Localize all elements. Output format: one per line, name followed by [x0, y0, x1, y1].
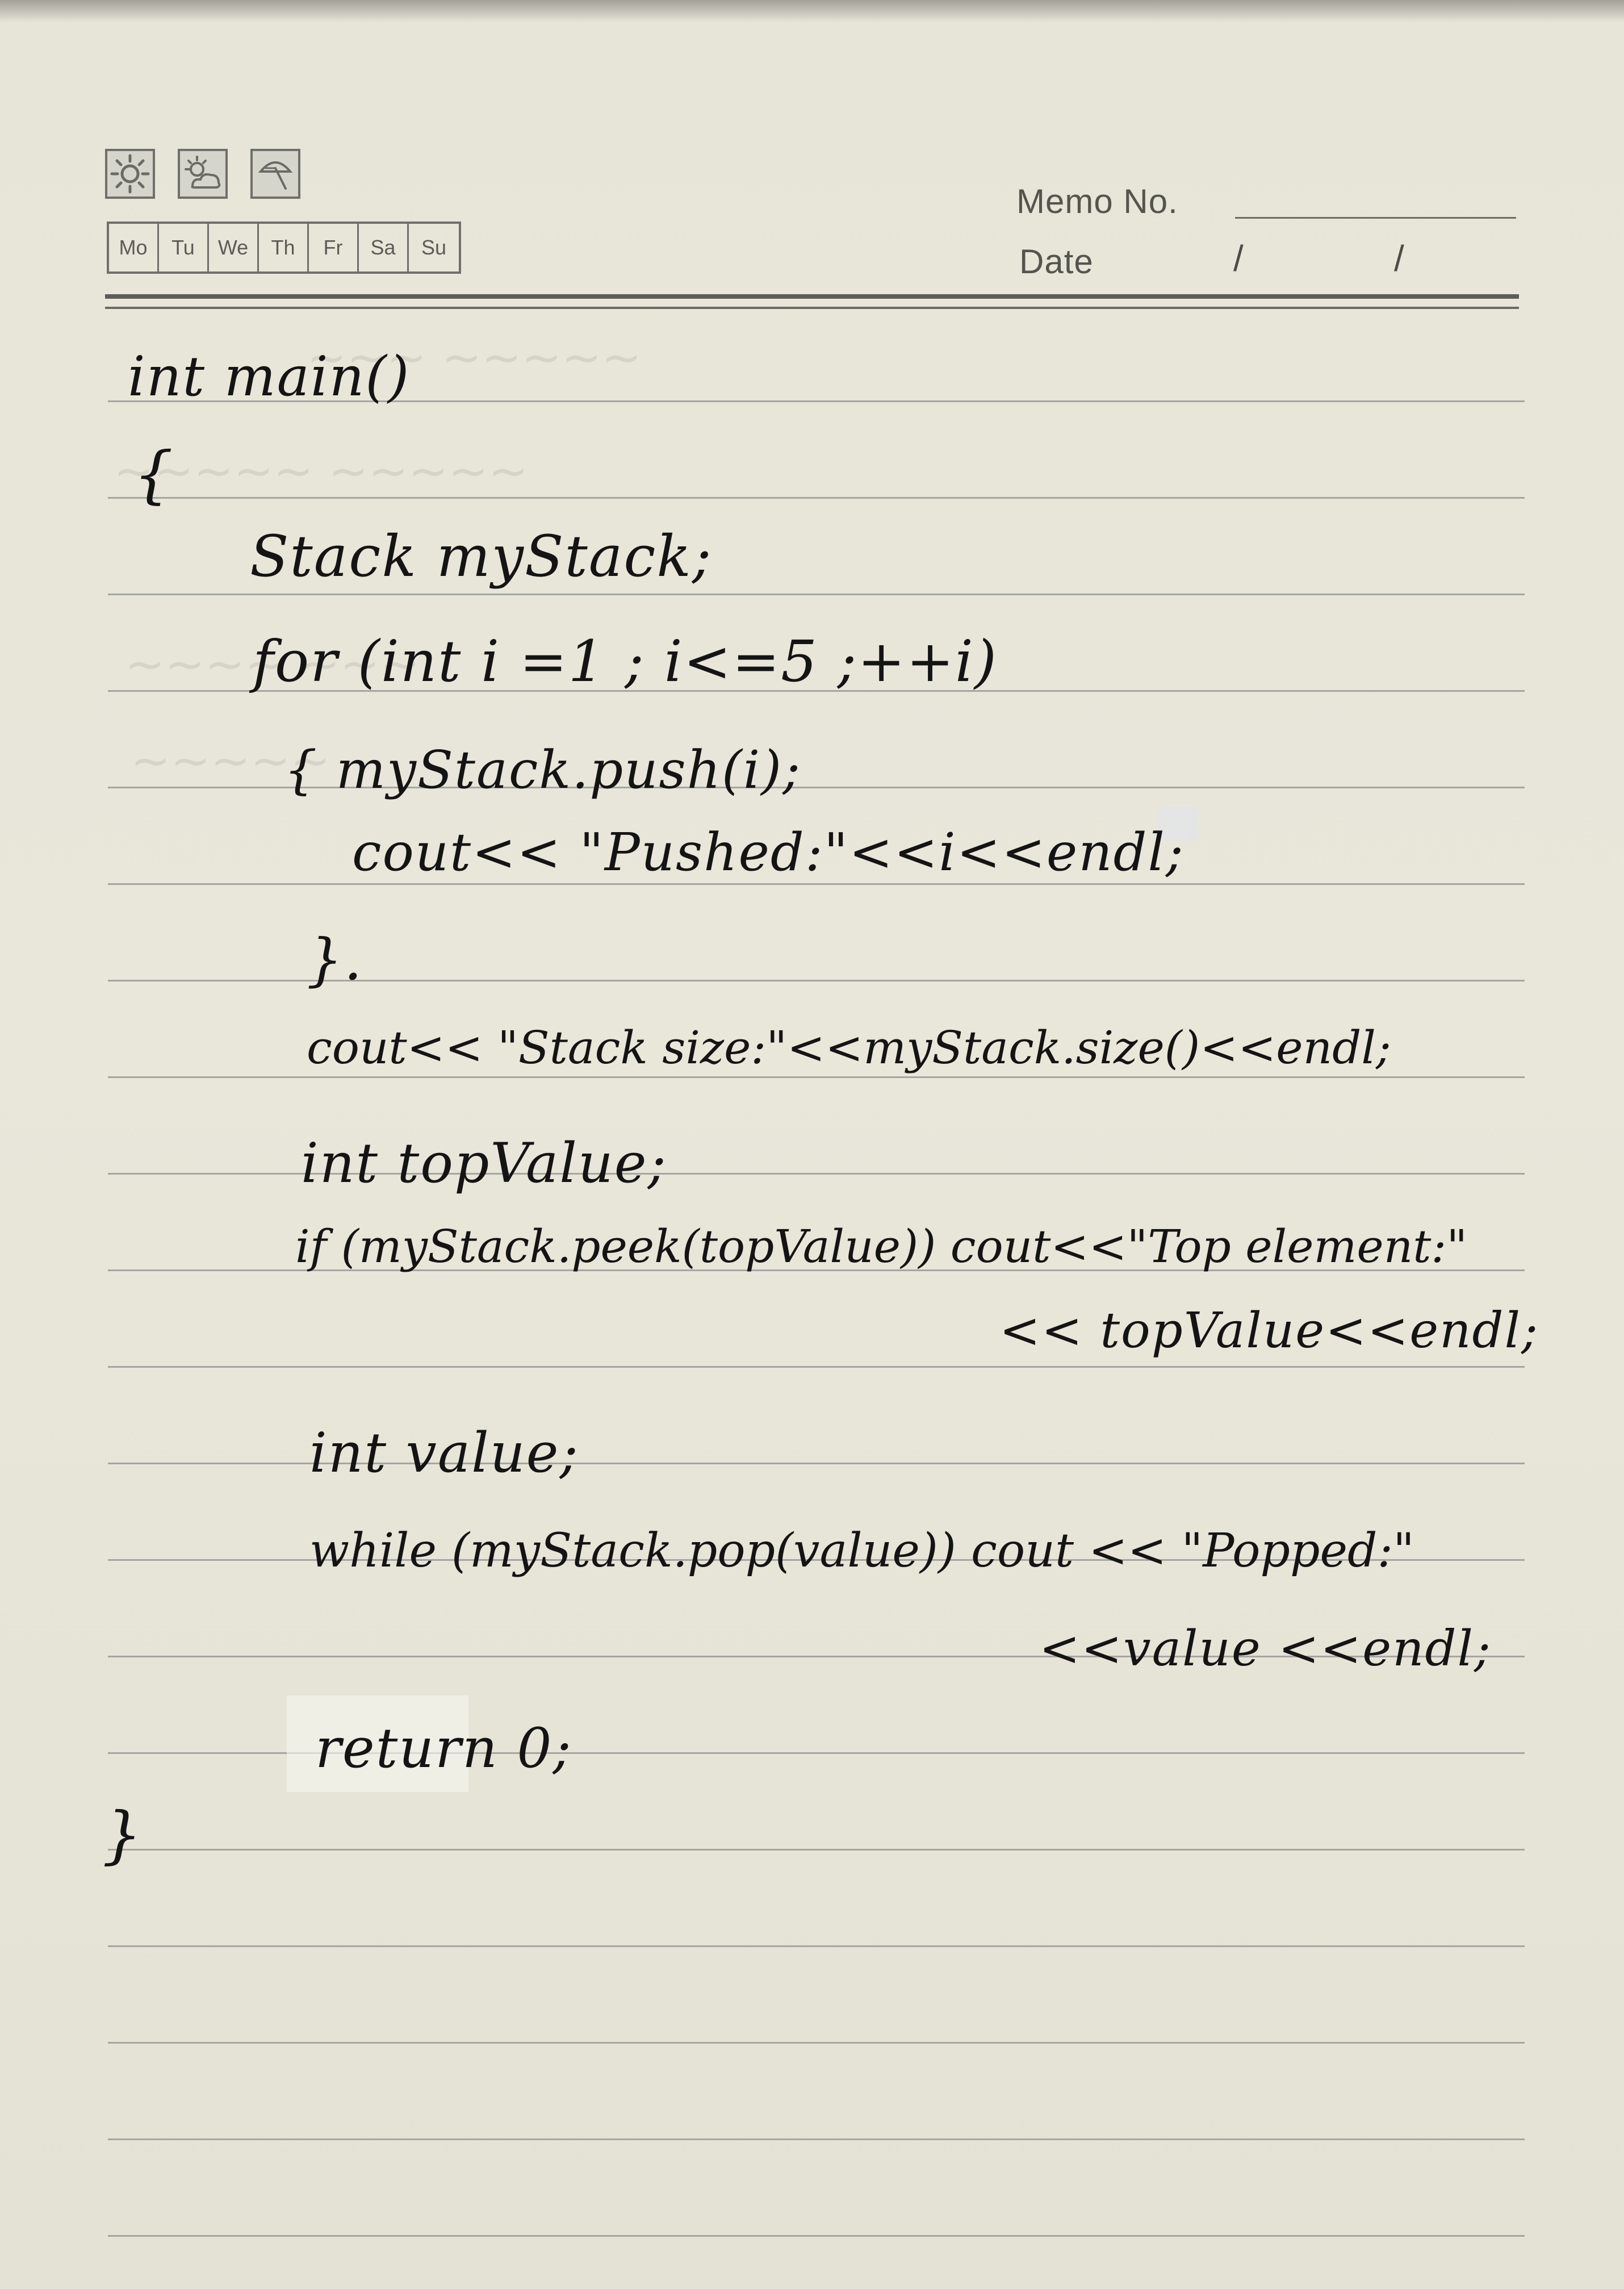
header-rule	[105, 294, 1519, 299]
weekday-sa: Sa	[359, 224, 409, 271]
ruled-line	[108, 1945, 1525, 1947]
weekday-tu: Tu	[159, 224, 209, 271]
code-line: <<value <<endl;	[1039, 1620, 1492, 1677]
weekday-we: We	[209, 224, 259, 271]
ruled-line	[108, 2138, 1525, 2140]
notebook-page: Mo Tu We Th Fr Sa Su Memo No. Date / / ~…	[0, 0, 1624, 2289]
code-line: Stack myStack;	[250, 523, 713, 590]
code-line: << topValue<<endl;	[999, 1302, 1539, 1359]
code-line: for (int i =1 ; i<=5 ;++i)	[253, 628, 998, 695]
ruled-line	[108, 594, 1525, 595]
code-line: while (myStack.pop(value)) cout << "Popp…	[309, 1524, 1414, 1578]
ruled-line	[108, 2235, 1525, 2237]
header-rule-thin	[105, 307, 1519, 309]
code-line: cout<< "Pushed:"<<i<<endl;	[352, 822, 1184, 883]
code-line: return 0;	[315, 1716, 572, 1780]
weekday-mo: Mo	[109, 224, 159, 271]
date-separator-2: /	[1394, 238, 1404, 279]
date-label: Date	[1019, 243, 1094, 281]
weekday-th: Th	[259, 224, 309, 271]
code-line: int main()	[128, 345, 411, 408]
code-line: if (myStack.peek(topValue)) cout<<"Top e…	[295, 1220, 1468, 1273]
code-line: { myStack.push(i);	[284, 740, 802, 800]
code-line: }.	[307, 926, 363, 993]
partly-cloudy-icon	[178, 149, 228, 199]
ruled-line	[108, 883, 1525, 885]
page-edge-shadow	[0, 0, 1624, 23]
bleed-through-mark: ~~~~~ ~~~~~	[114, 443, 529, 499]
code-line: cout<< "Stack size:"<<myStack.size()<<en…	[307, 1021, 1391, 1074]
code-line: {	[133, 438, 174, 511]
ruled-line	[108, 1076, 1525, 1078]
ruled-line	[108, 1849, 1525, 1851]
weekday-su: Su	[421, 236, 447, 259]
weekday-fr: Fr	[309, 224, 359, 271]
umbrella-icon	[250, 149, 300, 199]
date-separator-1: /	[1233, 238, 1244, 279]
sun-icon	[105, 149, 155, 199]
memo-number-label: Memo No.	[1016, 182, 1178, 220]
weekday-selector: Mo Tu We Th Fr Sa Su	[107, 222, 461, 274]
ruled-line	[108, 1366, 1525, 1368]
code-line: int topValue;	[301, 1131, 667, 1195]
code-line: int value;	[309, 1421, 579, 1485]
memo-number-field	[1235, 217, 1516, 219]
code-line: }	[102, 1798, 143, 1871]
ruled-line	[108, 2042, 1525, 2044]
